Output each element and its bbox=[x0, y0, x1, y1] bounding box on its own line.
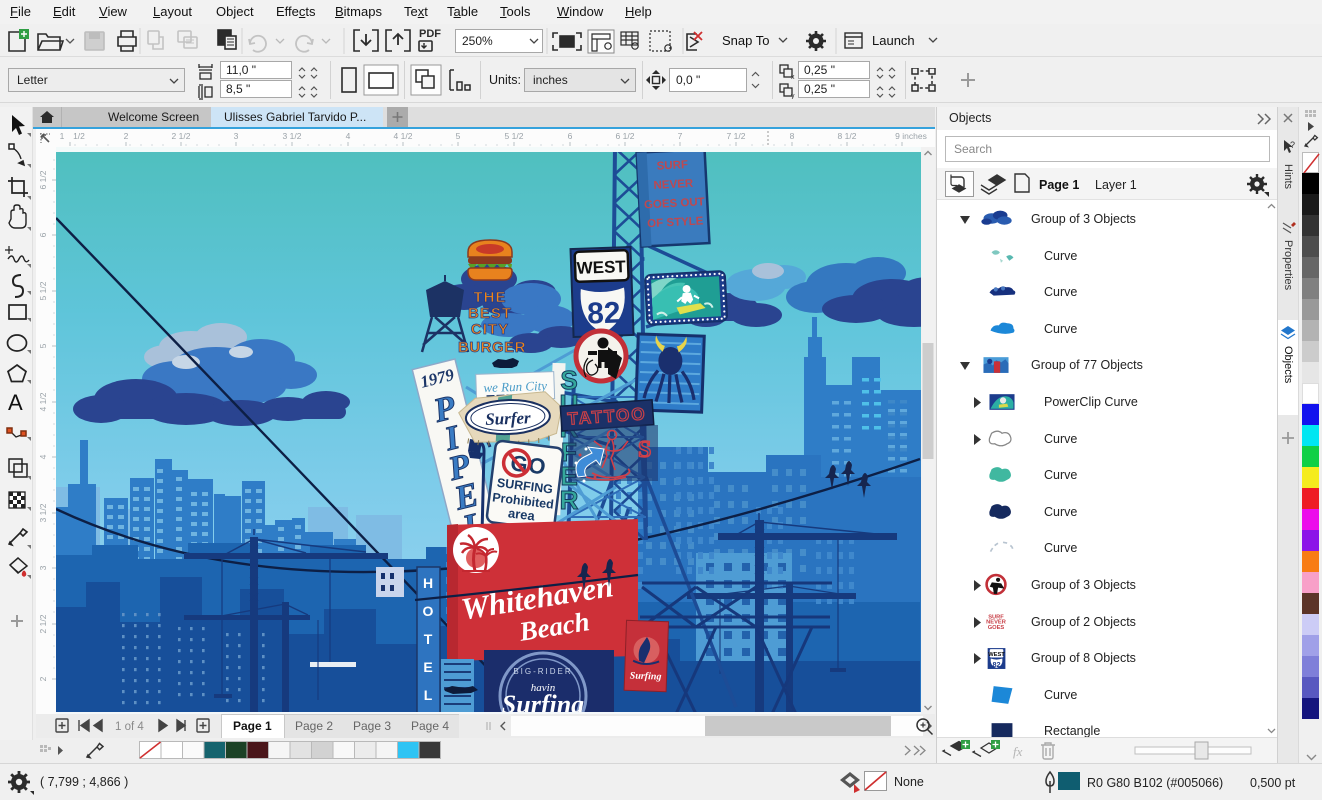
svg-text:L: L bbox=[424, 687, 433, 703]
svg-text:6 1/2: 6 1/2 bbox=[38, 170, 48, 189]
svg-text:5: 5 bbox=[38, 343, 48, 348]
svg-text:4: 4 bbox=[346, 131, 351, 141]
svg-text:3: 3 bbox=[234, 131, 239, 141]
svg-text:82: 82 bbox=[587, 296, 622, 330]
svg-text:5: 5 bbox=[456, 131, 461, 141]
svg-text:S: S bbox=[638, 437, 651, 463]
svg-text:6 1/2: 6 1/2 bbox=[616, 131, 635, 141]
svg-text:fx: fx bbox=[1013, 744, 1023, 759]
svg-text:9 inches: 9 inches bbox=[895, 131, 927, 141]
svg-text:?: ? bbox=[1290, 140, 1295, 150]
svg-text:4 1/2: 4 1/2 bbox=[38, 392, 48, 411]
svg-text:3 1/2: 3 1/2 bbox=[283, 131, 302, 141]
svg-text:Surfing: Surfing bbox=[630, 670, 662, 682]
svg-text:y: y bbox=[791, 93, 795, 99]
svg-text:THE: THE bbox=[474, 289, 507, 306]
svg-text:4: 4 bbox=[38, 454, 48, 459]
svg-text:7 1/2: 7 1/2 bbox=[727, 131, 746, 141]
svg-text:E: E bbox=[423, 659, 432, 675]
svg-text:BURGER: BURGER bbox=[458, 339, 526, 356]
svg-text:CITY: CITY bbox=[471, 321, 509, 338]
svg-text:2: 2 bbox=[124, 131, 129, 141]
svg-text:6: 6 bbox=[568, 131, 573, 141]
svg-text:BEST: BEST bbox=[468, 305, 512, 322]
svg-text:3 1/2: 3 1/2 bbox=[38, 503, 48, 522]
svg-text:H: H bbox=[423, 575, 433, 591]
svg-text:4 1/2: 4 1/2 bbox=[394, 131, 413, 141]
svg-text:R0 G80 B102 (#005066): R0 G80 B102 (#005066) bbox=[1087, 776, 1223, 790]
svg-text:2 1/2: 2 1/2 bbox=[172, 131, 191, 141]
svg-text:Launch: Launch bbox=[872, 33, 915, 48]
svg-text:Layer 1: Layer 1 bbox=[1095, 178, 1137, 192]
svg-text:5 1/2: 5 1/2 bbox=[38, 281, 48, 300]
svg-text:BIG-RIDER: BIG-RIDER bbox=[513, 667, 572, 676]
svg-text:Surfing: Surfing bbox=[502, 690, 584, 714]
svg-text:Snap To: Snap To bbox=[722, 33, 769, 48]
svg-text:8: 8 bbox=[790, 131, 795, 141]
svg-text:GOES: GOES bbox=[988, 625, 1005, 631]
svg-text:6: 6 bbox=[38, 232, 48, 237]
svg-text:WEST: WEST bbox=[576, 257, 626, 278]
svg-text:R: R bbox=[560, 485, 579, 515]
svg-text:1: 1 bbox=[60, 131, 65, 141]
svg-text:None: None bbox=[894, 775, 924, 789]
svg-text:PDF: PDF bbox=[419, 28, 441, 40]
svg-text:Surfer: Surfer bbox=[485, 408, 531, 429]
svg-text:SURF: SURF bbox=[656, 159, 688, 173]
svg-text:1/2: 1/2 bbox=[73, 131, 85, 141]
svg-text:T: T bbox=[424, 631, 433, 647]
svg-text:O: O bbox=[423, 603, 434, 619]
svg-text:7: 7 bbox=[678, 131, 683, 141]
svg-text:8 1/2: 8 1/2 bbox=[838, 131, 857, 141]
svg-text:3: 3 bbox=[38, 565, 48, 570]
svg-text:x: x bbox=[791, 74, 795, 81]
svg-text:82: 82 bbox=[992, 660, 1000, 669]
svg-text:Page 1: Page 1 bbox=[1039, 178, 1079, 192]
svg-text:1 of 4: 1 of 4 bbox=[115, 721, 144, 733]
svg-text:A: A bbox=[8, 390, 23, 415]
svg-text:NEVER: NEVER bbox=[653, 178, 694, 192]
svg-text:2 1/2: 2 1/2 bbox=[38, 614, 48, 633]
svg-text:2: 2 bbox=[38, 676, 48, 681]
svg-text:5 1/2: 5 1/2 bbox=[505, 131, 524, 141]
svg-text:WEST: WEST bbox=[988, 652, 1005, 658]
svg-text:0,500 pt: 0,500 pt bbox=[1250, 776, 1296, 790]
